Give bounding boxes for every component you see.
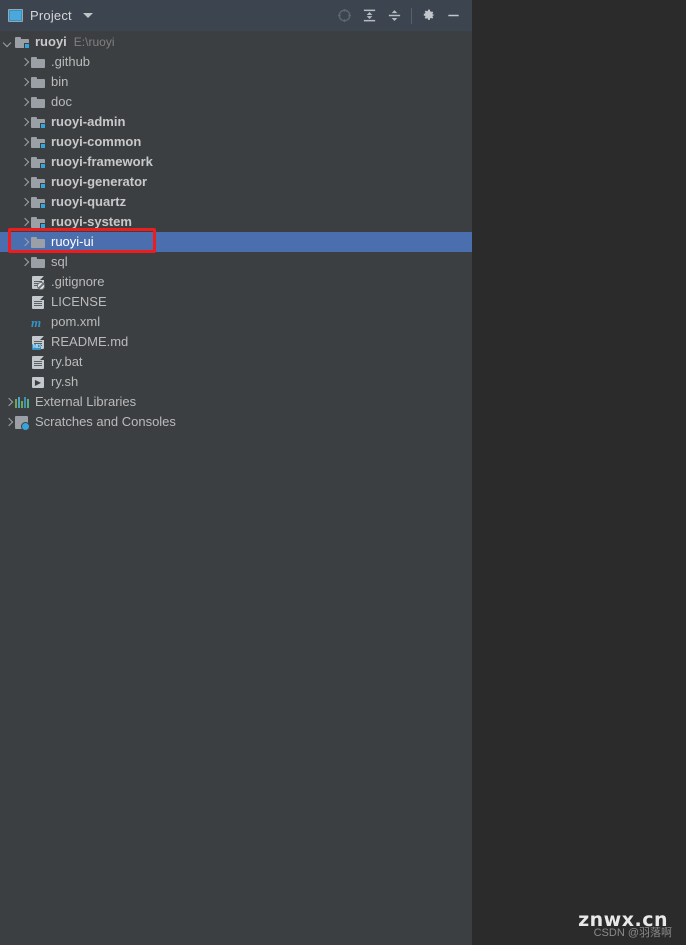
tree-node-label: .github bbox=[51, 54, 91, 69]
module-folder-icon bbox=[30, 114, 46, 130]
tree-node-label: sql bbox=[51, 254, 68, 269]
tree-node-bin[interactable]: bin bbox=[0, 72, 472, 92]
tree-node-ruoyi-quartz[interactable]: ruoyi-quartz bbox=[0, 192, 472, 212]
chevron-down-icon[interactable] bbox=[82, 13, 93, 18]
tree-node-label: ry.sh bbox=[51, 374, 79, 389]
tree-node-license[interactable]: LICENSE bbox=[0, 292, 472, 312]
tree-node-label: pom.xml bbox=[51, 314, 101, 329]
tree-node-ruoyi-generator[interactable]: ruoyi-generator bbox=[0, 172, 472, 192]
tree-node-readme-md[interactable]: MD README.md bbox=[0, 332, 472, 352]
chevron-right-icon[interactable] bbox=[19, 217, 30, 228]
scratches-icon bbox=[14, 414, 30, 431]
tree-node-ruoyi-system[interactable]: ruoyi-system bbox=[0, 212, 472, 232]
tree-node-label: Scratches and Consoles bbox=[35, 414, 176, 429]
tree-node-label: ruoyi-ui bbox=[51, 234, 94, 249]
chevron-right-icon[interactable] bbox=[19, 137, 30, 148]
tree-node-gitignore[interactable]: .gitignore bbox=[0, 272, 472, 292]
chevron-right-icon[interactable] bbox=[19, 177, 30, 188]
project-panel-header: Project bbox=[0, 0, 472, 32]
toolbar-divider bbox=[411, 7, 412, 24]
folder-icon bbox=[30, 94, 46, 110]
chevron-right-icon[interactable] bbox=[19, 257, 30, 268]
tree-node-ruoyi-framework[interactable]: ruoyi-framework bbox=[0, 152, 472, 172]
markdown-file-icon: MD bbox=[30, 334, 46, 350]
tree-node-ry-sh[interactable]: ▶ ry.sh bbox=[0, 372, 472, 392]
select-opened-file-icon[interactable] bbox=[332, 3, 357, 29]
tree-node-label: README.md bbox=[51, 334, 129, 349]
tree-node-label: doc bbox=[51, 94, 72, 109]
expand-all-icon[interactable] bbox=[357, 3, 382, 29]
tree-node-label: .gitignore bbox=[51, 274, 105, 289]
project-title-group[interactable]: Project bbox=[8, 8, 93, 23]
hide-icon[interactable] bbox=[441, 3, 466, 29]
folder-icon bbox=[30, 234, 46, 250]
tree-node-github[interactable]: .github bbox=[0, 52, 472, 72]
folder-icon bbox=[30, 254, 46, 270]
page-title: Project bbox=[30, 8, 72, 23]
module-folder-icon bbox=[30, 134, 46, 150]
tree-node-external-libraries[interactable]: External Libraries bbox=[0, 392, 472, 412]
folder-icon bbox=[30, 74, 46, 90]
tree-node-ruoyi-admin[interactable]: ruoyi-admin bbox=[0, 112, 472, 132]
project-tree[interactable]: ruoyi E:\ruoyi .github bin doc ruoyi-admin ruo… bbox=[0, 32, 472, 945]
chevron-right-icon[interactable] bbox=[19, 197, 30, 208]
tree-node-ruoyi[interactable]: ruoyi E:\ruoyi bbox=[0, 32, 472, 52]
tree-node-label: External Libraries bbox=[35, 394, 137, 409]
maven-pom-icon: m bbox=[31, 315, 42, 330]
panel-toolbar bbox=[332, 3, 466, 29]
chevron-right-icon[interactable] bbox=[19, 157, 30, 168]
module-folder-icon bbox=[30, 194, 46, 210]
folder-icon bbox=[30, 54, 46, 70]
shell-script-icon: ▶ bbox=[30, 374, 46, 390]
tree-node-label: ruoyi-common bbox=[51, 134, 142, 149]
chevron-right-icon[interactable] bbox=[19, 77, 30, 88]
project-window-icon bbox=[8, 9, 23, 22]
gitignore-file-icon bbox=[30, 274, 46, 290]
project-tool-window: Project ruoyi E:\ruoyi .github bin doc r… bbox=[0, 0, 472, 945]
tree-node-label: ruoyi-framework bbox=[51, 154, 153, 169]
editor-area[interactable] bbox=[472, 0, 686, 945]
collapse-all-icon[interactable] bbox=[382, 3, 407, 29]
module-folder-icon bbox=[14, 34, 30, 50]
tree-node-sql[interactable]: sql bbox=[0, 252, 472, 272]
tree-node-ruoyi-common[interactable]: ruoyi-common bbox=[0, 132, 472, 152]
chevron-right-icon[interactable] bbox=[3, 417, 14, 428]
tree-node-doc[interactable]: doc bbox=[0, 92, 472, 112]
chevron-right-icon[interactable] bbox=[19, 97, 30, 108]
tree-node-label: ruoyi-admin bbox=[51, 114, 126, 129]
chevron-right-icon[interactable] bbox=[19, 237, 30, 248]
tree-node-label: ruoyi-system bbox=[51, 214, 132, 229]
settings-gear-icon[interactable] bbox=[416, 3, 441, 29]
tree-node-label: ruoyi bbox=[35, 34, 67, 49]
module-folder-icon bbox=[30, 154, 46, 170]
module-folder-icon bbox=[30, 214, 46, 230]
tree-node-pom-xml[interactable]: m pom.xml bbox=[0, 312, 472, 332]
chevron-right-icon[interactable] bbox=[19, 117, 30, 128]
chevron-right-icon[interactable] bbox=[3, 397, 14, 408]
tree-node-ry-bat[interactable]: ry.bat bbox=[0, 352, 472, 372]
tree-node-label: bin bbox=[51, 74, 69, 89]
external-libraries-icon bbox=[14, 394, 30, 410]
text-file-icon bbox=[30, 354, 46, 370]
chevron-down-icon[interactable] bbox=[3, 37, 14, 48]
chevron-right-icon[interactable] bbox=[19, 57, 30, 68]
tree-node-label: ry.bat bbox=[51, 354, 83, 369]
tree-node-label: LICENSE bbox=[51, 294, 107, 309]
tree-node-scratches-and-consoles[interactable]: Scratches and Consoles bbox=[0, 412, 472, 432]
text-file-icon bbox=[30, 294, 46, 310]
module-folder-icon bbox=[30, 174, 46, 190]
tree-node-path: E:\ruoyi bbox=[73, 35, 115, 49]
tree-node-ruoyi-ui[interactable]: ruoyi-ui bbox=[0, 232, 472, 252]
tree-node-label: ruoyi-generator bbox=[51, 174, 148, 189]
tree-node-label: ruoyi-quartz bbox=[51, 194, 127, 209]
